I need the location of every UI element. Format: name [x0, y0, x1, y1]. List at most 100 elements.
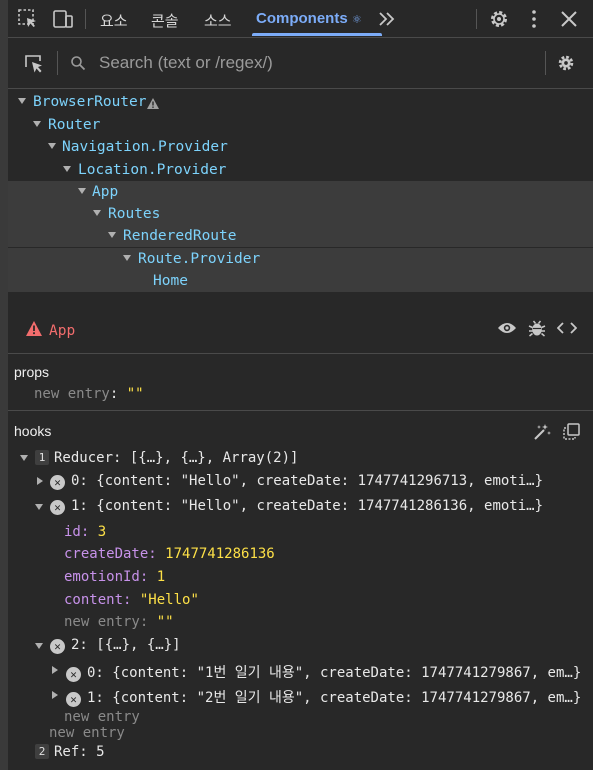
item-key: 1: — [87, 690, 104, 706]
field-emotionid[interactable]: emotionId: 1 — [64, 569, 165, 585]
props-title: props — [14, 364, 50, 380]
more-tabs-icon[interactable] — [376, 8, 398, 30]
eye-icon[interactable] — [497, 320, 517, 336]
field-value[interactable]: 3 — [98, 524, 106, 540]
props-new-entry[interactable]: new entry: "" — [34, 386, 144, 402]
view-source-icon[interactable] — [557, 320, 577, 336]
remove-item-icon[interactable]: ✕ — [66, 692, 81, 707]
collapse-triangle-icon[interactable] — [108, 232, 116, 238]
tree-item-home[interactable]: Home — [8, 270, 593, 292]
field-value[interactable]: 1 — [157, 569, 165, 585]
expand-triangle-icon[interactable] — [52, 666, 58, 674]
tree-item-location-provider[interactable]: Location.Provider — [8, 159, 593, 181]
inspect-element-icon[interactable] — [17, 8, 39, 30]
expand-triangle-icon[interactable] — [35, 643, 43, 649]
component-name: Router — [48, 117, 101, 133]
device-toolbar-icon[interactable] — [52, 8, 74, 30]
tab-sources[interactable]: 소스 — [204, 10, 232, 31]
array-item-2-1[interactable]: ✕ 1: {content: "2번 일기 내용", createDate: 17… — [66, 687, 581, 707]
toolbar-divider — [85, 9, 86, 29]
devtools-window: 요소 콘솔 소스 Components ⚛ Search (text or /r… — [0, 0, 593, 770]
tab-elements[interactable]: 요소 — [100, 10, 128, 31]
item-key: 1: — [71, 498, 88, 514]
hook-index-badge: 2 — [35, 744, 49, 759]
inner-new-entry[interactable]: new entry — [64, 709, 140, 725]
item-summary: {content: "1번 일기 내용", createDate: 174774… — [112, 665, 582, 681]
tab-components[interactable]: Components ⚛ — [256, 10, 362, 27]
copy-icon[interactable] — [563, 423, 580, 440]
collapse-triangle-icon[interactable] — [18, 98, 26, 104]
tree-item-route-provider[interactable]: Route.Provider — [8, 248, 593, 270]
new-entry-value[interactable]: "" — [157, 614, 174, 630]
item-key: 0: — [71, 473, 88, 489]
select-component-icon[interactable] — [23, 53, 45, 75]
error-warning-icon — [26, 321, 42, 336]
tree-item-browserrouter[interactable]: BrowserRouter — [8, 91, 593, 113]
section-divider — [8, 410, 593, 411]
search-input[interactable]: Search (text or /regex/) — [99, 53, 273, 73]
remove-item-icon[interactable]: ✕ — [66, 667, 81, 682]
tree-item-app[interactable]: App — [8, 181, 593, 203]
field-id[interactable]: id: 3 — [64, 524, 106, 540]
expand-triangle-icon[interactable] — [35, 504, 43, 510]
tab-console[interactable]: 콘솔 — [151, 10, 179, 31]
item-summary: {content: "Hello", createDate: 174774128… — [96, 498, 544, 514]
component-name: Routes — [108, 206, 161, 222]
array-item-2-0[interactable]: ✕ 0: {content: "1번 일기 내용", createDate: 17… — [66, 662, 581, 682]
tree-item-navigation-provider[interactable]: Navigation.Provider — [8, 136, 593, 158]
collapse-triangle-icon[interactable] — [48, 143, 56, 149]
field-value[interactable]: 1747741286136 — [165, 546, 275, 562]
expand-triangle-icon[interactable] — [20, 455, 28, 461]
collapse-triangle-icon[interactable] — [33, 121, 41, 127]
new-entry-key[interactable]: new entry — [34, 386, 110, 402]
field-value[interactable]: "Hello" — [140, 592, 199, 608]
devtools-tab-bar: 요소 콘솔 소스 Components ⚛ — [8, 0, 593, 38]
component-settings-gear-icon[interactable] — [556, 53, 576, 73]
search-icon — [71, 56, 86, 71]
more-options-icon[interactable] — [523, 8, 545, 30]
settings-gear-icon[interactable] — [488, 8, 510, 30]
field-createdate[interactable]: createDate: 1747741286136 — [64, 546, 275, 562]
hook-value[interactable]: 5 — [96, 744, 104, 760]
component-name: Home — [153, 273, 188, 289]
new-entry-key[interactable]: new entry: — [64, 614, 148, 630]
hook-value-summary: [{…}, {…}, Array(2)] — [129, 450, 299, 466]
remove-item-icon[interactable]: ✕ — [50, 475, 65, 490]
field-content[interactable]: content: "Hello" — [64, 592, 199, 608]
component-name: Route.Provider — [138, 251, 261, 267]
array-item-1[interactable]: ✕ 1: {content: "Hello", createDate: 17477… — [50, 498, 543, 515]
parse-hook-names-wand-icon[interactable] — [533, 423, 551, 441]
item-summary: [{…}, {…}] — [96, 637, 181, 653]
field-new-entry[interactable]: new entry: "" — [64, 614, 174, 630]
bug-icon[interactable] — [528, 319, 546, 337]
array-item-2[interactable]: ✕ 2: [{…}, {…}] — [50, 637, 181, 654]
remove-item-icon[interactable]: ✕ — [50, 639, 65, 654]
hook-reducer-row[interactable]: 1 Reducer: [{…}, {…}, Array(2)] — [35, 450, 298, 466]
warning-icon — [147, 98, 159, 109]
expand-triangle-icon[interactable] — [37, 477, 43, 485]
expand-triangle-icon[interactable] — [52, 691, 58, 699]
hook-ref-row[interactable]: 2 Ref: 5 — [35, 744, 105, 760]
collapse-triangle-icon[interactable] — [123, 255, 131, 261]
tree-item-routes[interactable]: Routes — [8, 203, 593, 225]
item-key: 2: — [71, 637, 88, 653]
close-icon[interactable] — [558, 8, 580, 30]
component-name: App — [92, 184, 119, 200]
collapse-triangle-icon[interactable] — [78, 188, 86, 194]
field-key: emotionId: — [64, 569, 149, 585]
tree-item-renderedroute[interactable]: RenderedRoute — [8, 225, 593, 247]
hook-name: Reducer: — [54, 450, 122, 466]
collapse-triangle-icon[interactable] — [93, 210, 101, 216]
search-divider — [545, 51, 546, 75]
collapse-triangle-icon[interactable] — [63, 166, 71, 172]
field-key: content: — [64, 592, 132, 608]
field-key: id: — [64, 524, 90, 540]
array-item-0[interactable]: ✕ 0: {content: "Hello", createDate: 17477… — [50, 473, 543, 490]
toolbar-divider — [476, 9, 477, 29]
active-tab-indicator — [252, 33, 382, 36]
left-border — [0, 0, 8, 770]
outer-new-entry[interactable]: new entry — [49, 725, 125, 741]
remove-item-icon[interactable]: ✕ — [50, 500, 65, 515]
new-entry-value[interactable]: "" — [127, 386, 144, 402]
tree-item-router[interactable]: Router — [8, 114, 593, 136]
